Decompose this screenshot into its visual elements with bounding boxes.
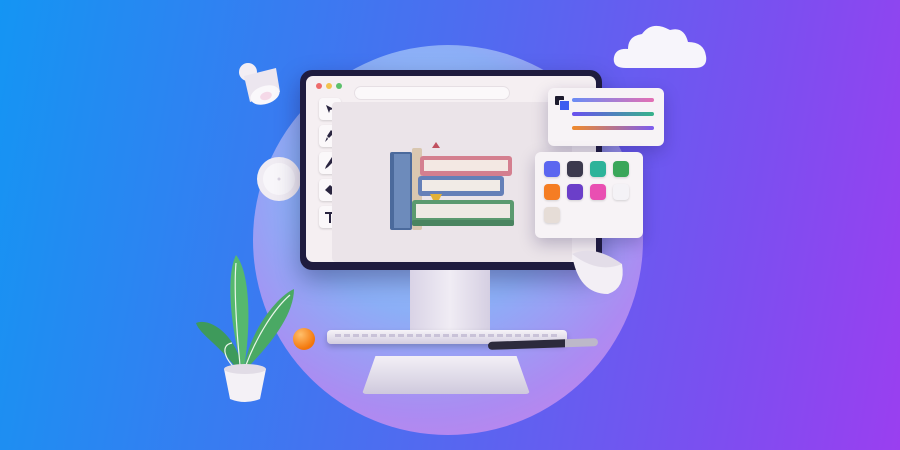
color-swatch-panel (535, 152, 643, 238)
cloud-icon (613, 25, 707, 68)
swatch-grid (544, 161, 629, 223)
color-swatch[interactable] (544, 161, 560, 177)
color-swatch[interactable] (567, 161, 583, 177)
orange-ball (293, 328, 315, 350)
color-swatch[interactable] (613, 184, 629, 200)
close-dot[interactable] (316, 83, 322, 89)
gradient-bar-3[interactable] (572, 126, 654, 130)
color-swatch[interactable] (567, 184, 583, 200)
window-controls (316, 83, 342, 89)
lamp-icon (239, 63, 280, 105)
gradient-bar-2[interactable] (572, 112, 654, 116)
clock-icon (257, 157, 301, 201)
color-swatch[interactable] (613, 161, 629, 177)
color-swatch[interactable] (590, 161, 606, 177)
monitor-stand (410, 270, 490, 332)
gradient-panel (548, 88, 664, 146)
potted-plant-icon (196, 255, 294, 402)
bowl-icon (572, 250, 623, 294)
color-swatch[interactable] (544, 207, 560, 223)
maximize-dot[interactable] (336, 83, 342, 89)
minimize-dot[interactable] (326, 83, 332, 89)
gradient-bar-1[interactable] (572, 98, 654, 102)
color-swatch[interactable] (544, 184, 560, 200)
color-swatch[interactable] (590, 184, 606, 200)
layers-color-icon[interactable] (555, 96, 570, 111)
monitor-base (362, 356, 530, 394)
address-bar[interactable] (354, 86, 510, 100)
